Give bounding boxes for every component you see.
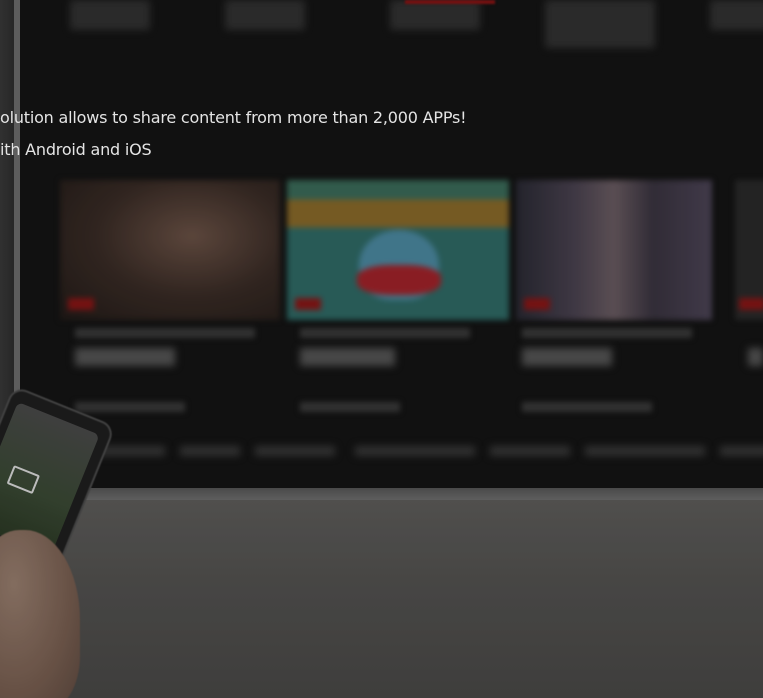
tv-caption-title	[300, 348, 395, 366]
tv-bottom-bezel	[14, 488, 763, 500]
tv-thumbnail	[60, 180, 280, 320]
cast-icon	[6, 465, 41, 495]
tv-caption-title	[522, 348, 612, 366]
tv-thumbnail	[516, 180, 712, 320]
tv-row-item	[180, 446, 240, 456]
scene: olution allows to share content from mor…	[0, 0, 763, 698]
tv-caption-sub	[522, 402, 652, 412]
tv-row-item	[355, 446, 475, 456]
tv-menu-item	[390, 0, 480, 30]
tv-row-item	[255, 446, 335, 456]
tv-caption-title	[748, 348, 763, 366]
tv-thumbnail-badge	[524, 298, 550, 310]
floor	[0, 500, 763, 698]
tv-menu-item	[225, 0, 305, 30]
tv-thumbnail	[735, 180, 763, 320]
tv-row-item	[585, 446, 705, 456]
tv-caption-title	[75, 348, 175, 366]
tv-caption-sub	[75, 402, 185, 412]
tv-menu-item	[70, 0, 150, 30]
tv-caption-meta	[300, 328, 470, 338]
tv-caption-meta	[522, 328, 692, 338]
tv-row-item	[720, 446, 763, 456]
tv-caption-sub	[300, 402, 400, 412]
tv-row-item	[490, 446, 570, 456]
tv-thumbnail-badge	[739, 298, 763, 310]
tv-menu-active-indicator	[405, 0, 495, 4]
tv-menu-item	[545, 0, 655, 48]
tv-screen	[20, 0, 763, 488]
tv-caption-meta	[75, 328, 255, 338]
tv-thumbnail-badge	[68, 298, 94, 310]
tv-thumbnail-badge	[295, 298, 321, 310]
overlay-text-line-2: ith Android and iOS	[0, 140, 152, 159]
overlay-text-line-1: olution allows to share content from mor…	[0, 108, 467, 127]
tv-thumbnail-figure	[357, 265, 441, 295]
tv-menu-item	[710, 0, 763, 30]
tv-thumbnail	[287, 180, 509, 320]
